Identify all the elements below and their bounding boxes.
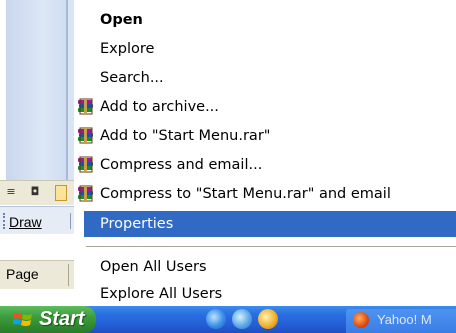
- menu-item-label: Add to "Start Menu.rar": [100, 128, 271, 144]
- drawing-toolbar: Draw: [0, 206, 74, 236]
- menu-item-label: Compress and email...: [100, 157, 263, 173]
- slides-pane[interactable]: [6, 0, 68, 180]
- background-window: [0, 0, 74, 180]
- pane-divider[interactable]: [66, 0, 68, 180]
- draw-menu-button[interactable]: Draw: [9, 214, 42, 230]
- menu-item-explore-all-users[interactable]: Explore All Users: [74, 282, 456, 306]
- menu-item-compress-and-email[interactable]: Compress and email...: [74, 153, 456, 177]
- start-label: Start: [39, 308, 85, 330]
- screen: ≡ ◘ Draw Page Start Yahoo! M Open Explor…: [0, 0, 456, 333]
- menu-item-label: Explore All Users: [100, 286, 223, 302]
- winrar-books-icon: [78, 185, 93, 202]
- status-separator: [68, 264, 69, 286]
- menu-item-compress-to-start-menu-rar-and-email[interactable]: Compress to "Start Menu.rar" and email: [74, 182, 456, 206]
- start-button[interactable]: Start: [0, 306, 96, 333]
- task-button-label: Yahoo! M: [377, 312, 432, 327]
- view-toolbar: ≡ ◘: [0, 180, 74, 205]
- menu-item-label: Compress to "Start Menu.rar" and email: [100, 186, 391, 202]
- menu-item-open-all-users[interactable]: Open All Users: [74, 255, 456, 279]
- context-menu: Open Explore Search... Add to archive...: [74, 0, 456, 306]
- menu-item-label: Open All Users: [100, 259, 207, 275]
- outline-view-icon[interactable]: ◘: [28, 185, 42, 199]
- menu-separator: [86, 246, 456, 247]
- taskbar-window-button[interactable]: Yahoo! M: [346, 309, 456, 333]
- menu-item-open[interactable]: Open: [74, 8, 456, 32]
- toolbar-grip-handle[interactable]: [3, 213, 7, 229]
- menu-item-explore[interactable]: Explore: [74, 37, 456, 61]
- slide-view-icon[interactable]: [55, 185, 67, 201]
- media-player-icon[interactable]: [258, 309, 278, 329]
- windows-flag-icon: [13, 313, 32, 326]
- status-page-label: Page: [6, 266, 39, 282]
- status-bar: Page: [0, 260, 74, 289]
- menu-item-label: Open: [100, 12, 143, 28]
- menu-item-label: Search...: [100, 70, 164, 86]
- normal-view-icon[interactable]: ≡: [4, 185, 18, 199]
- menu-item-search[interactable]: Search...: [74, 66, 456, 90]
- menu-item-label: Add to archive...: [100, 99, 219, 115]
- menu-item-label: Properties: [100, 216, 174, 232]
- internet-explorer-icon[interactable]: [206, 309, 226, 329]
- winrar-books-icon: [78, 156, 93, 173]
- menu-item-add-to-start-menu-rar[interactable]: Add to "Start Menu.rar": [74, 124, 456, 148]
- outlook-express-icon[interactable]: [232, 309, 252, 329]
- winrar-books-icon: [78, 98, 93, 115]
- toolbar-separator: [70, 213, 71, 229]
- workspace-strip: [0, 234, 74, 260]
- menu-item-properties[interactable]: Properties: [84, 211, 456, 237]
- menu-item-label: Explore: [100, 41, 155, 57]
- winrar-books-icon: [78, 127, 93, 144]
- browser-window-icon: [353, 312, 369, 328]
- menu-item-add-to-archive[interactable]: Add to archive...: [74, 95, 456, 119]
